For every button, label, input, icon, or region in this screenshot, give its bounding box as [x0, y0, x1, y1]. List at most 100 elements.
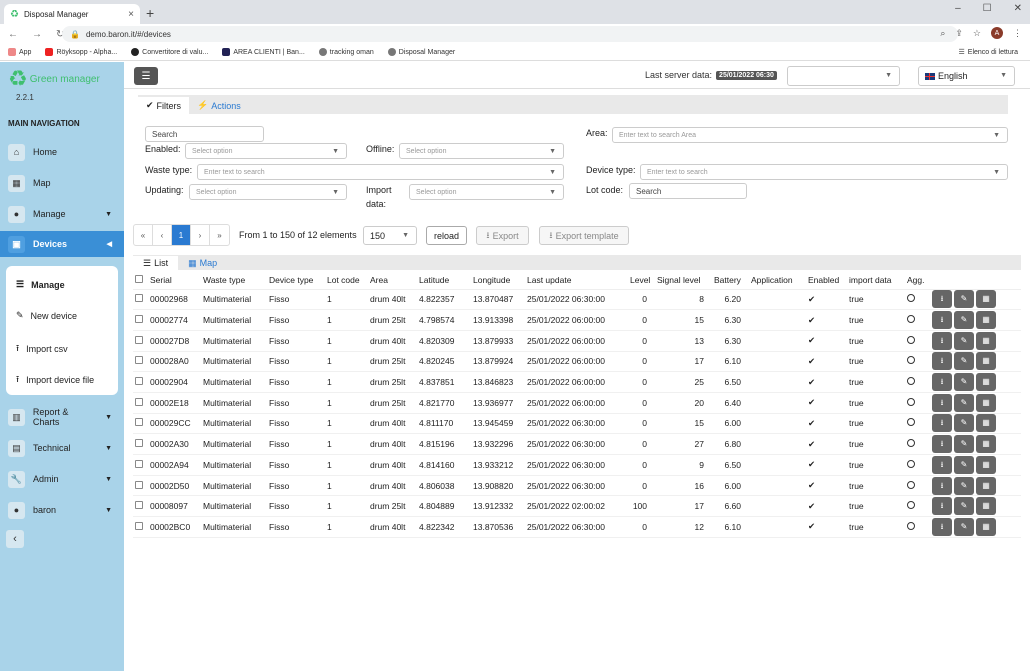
tab-filters[interactable]: ✔ Filters	[138, 97, 190, 114]
download-button[interactable]: ⭳	[932, 414, 952, 433]
row-checkbox[interactable]	[133, 289, 148, 311]
language-select[interactable]: English ▼	[918, 66, 1015, 86]
header-agg[interactable]: Agg.	[905, 271, 930, 290]
page-last[interactable]: »	[210, 225, 229, 245]
map-button[interactable]: ▦	[976, 352, 996, 371]
export-template-button[interactable]: ⭳ Export template	[539, 226, 629, 245]
sidebar-item-user[interactable]: ● baron ▼	[0, 497, 124, 523]
row-checkbox[interactable]	[133, 475, 148, 497]
download-button[interactable]: ⭳	[932, 435, 952, 454]
import-data-select[interactable]: Select option ▼	[409, 184, 564, 200]
browser-tab[interactable]: ♻ Disposal Manager ×	[4, 4, 140, 24]
download-button[interactable]: ⭳	[932, 352, 952, 371]
row-checkbox[interactable]	[133, 309, 148, 331]
edit-button[interactable]: ✎	[954, 414, 974, 433]
bookmark-apps[interactable]: App	[8, 48, 31, 56]
map-button[interactable]: ▦	[976, 414, 996, 433]
tab-actions[interactable]: ⚡ Actions	[189, 97, 249, 114]
header-waste-type[interactable]: Waste type	[201, 271, 267, 290]
edit-button[interactable]: ✎	[954, 311, 974, 330]
tab-map[interactable]: ▦ Map	[178, 256, 227, 270]
url-field[interactable]: 🔒 demo.baron.it/#/devices	[62, 26, 958, 42]
bookmark-area-clienti[interactable]: AREA CLIENTI | Ban...	[222, 48, 305, 56]
device-type-input[interactable]: Enter text to search ▼	[640, 164, 1008, 180]
maximize-icon[interactable]: ☐	[983, 3, 992, 14]
lot-code-input[interactable]: Search	[629, 183, 747, 199]
row-checkbox[interactable]	[133, 413, 148, 435]
new-tab-icon[interactable]: +	[146, 5, 154, 21]
row-checkbox[interactable]	[133, 371, 148, 393]
submenu-import-device-file[interactable]: ⭱ Import device file	[16, 372, 94, 388]
download-button[interactable]: ⭳	[932, 393, 952, 412]
download-button[interactable]: ⭳	[932, 331, 952, 350]
header-longitude[interactable]: Longitude	[471, 271, 525, 290]
star-icon[interactable]: ☆	[973, 28, 981, 39]
collapse-sidebar-button[interactable]: ‹	[6, 530, 24, 548]
page-first[interactable]: «	[134, 225, 153, 245]
download-button[interactable]: ⭳	[932, 517, 952, 536]
profile-avatar[interactable]: A	[991, 27, 1003, 39]
download-button[interactable]: ⭳	[932, 290, 952, 309]
edit-button[interactable]: ✎	[954, 455, 974, 474]
edit-button[interactable]: ✎	[954, 352, 974, 371]
header-lot-code[interactable]: Lot code	[325, 271, 368, 290]
sidebar-item-manage[interactable]: ● Manage ▼	[0, 201, 124, 227]
table-row[interactable]: 00002E18 Multimaterial Fisso 1 drum 25lt 4.82…	[133, 392, 1021, 414]
download-button[interactable]: ⭳	[932, 497, 952, 516]
offline-select[interactable]: Select option ▼	[399, 143, 564, 159]
sidebar-item-home[interactable]: ⌂ Home	[0, 139, 124, 165]
search-input[interactable]: Search	[145, 126, 264, 142]
tab-list[interactable]: ☰ List	[133, 256, 179, 270]
row-checkbox[interactable]	[133, 433, 148, 455]
table-row[interactable]: 00008097 Multimaterial Fisso 1 drum 25lt 4.80…	[133, 495, 1021, 518]
table-row[interactable]: 00002A94 Multimaterial Fisso 1 drum 40lt 4.81…	[133, 454, 1021, 476]
download-button[interactable]: ⭳	[932, 476, 952, 495]
table-row[interactable]: 00002D50 Multimaterial Fisso 1 drum 40lt 4.80…	[133, 475, 1021, 497]
menu-toggle-button[interactable]: ☰	[134, 67, 158, 85]
sidebar-item-technical[interactable]: ▤ Technical ▼	[0, 435, 124, 461]
edit-button[interactable]: ✎	[954, 435, 974, 454]
edit-button[interactable]: ✎	[954, 497, 974, 516]
minimize-icon[interactable]: –	[955, 3, 961, 14]
header-latitude[interactable]: Latitude	[417, 271, 471, 290]
zoom-icon[interactable]: ⌕	[940, 28, 945, 39]
row-checkbox[interactable]	[133, 516, 148, 538]
header-import-data[interactable]: import data	[847, 271, 905, 290]
map-button[interactable]: ▦	[976, 476, 996, 495]
table-row[interactable]: 000027D8 Multimaterial Fisso 1 drum 40lt 4.82…	[133, 330, 1021, 352]
row-checkbox[interactable]	[133, 330, 148, 352]
page-current[interactable]: 1	[172, 225, 191, 245]
header-application[interactable]: Application	[749, 271, 806, 290]
submenu-manage[interactable]: ☰ Manage	[16, 279, 65, 290]
header-device-type[interactable]: Device type	[267, 271, 325, 290]
header-area[interactable]: Area	[368, 271, 417, 290]
table-row[interactable]: 00002774 Multimaterial Fisso 1 drum 25lt 4.79…	[133, 309, 1021, 331]
menu-dots-icon[interactable]: ⋮	[1013, 28, 1022, 39]
bookmark-tracking[interactable]: tracking oman	[318, 48, 374, 56]
reading-list[interactable]: ☰ Elenco di lettura	[959, 48, 1018, 57]
sidebar-item-report-charts[interactable]: ▥ Report & Charts ▼	[0, 404, 124, 430]
sidebar-item-devices[interactable]: ▣ Devices ◀	[0, 231, 124, 257]
map-button[interactable]: ▦	[976, 290, 996, 309]
submenu-new-device[interactable]: ✎ New device	[16, 310, 77, 321]
updating-select[interactable]: Select option ▼	[189, 184, 347, 200]
table-row[interactable]: 00002BC0 Multimaterial Fisso 1 drum 40lt 4.82…	[133, 516, 1021, 538]
edit-button[interactable]: ✎	[954, 393, 974, 412]
row-checkbox[interactable]	[133, 495, 148, 518]
table-row[interactable]: 00002904 Multimaterial Fisso 1 drum 25lt 4.83…	[133, 371, 1021, 393]
select-all-checkbox[interactable]	[133, 271, 148, 290]
bookmark-converter[interactable]: Convertitore di valu...	[131, 48, 208, 56]
forward-icon[interactable]: →	[32, 29, 42, 40]
row-checkbox[interactable]	[133, 351, 148, 373]
map-button[interactable]: ▦	[976, 435, 996, 454]
map-button[interactable]: ▦	[976, 497, 996, 516]
close-window-icon[interactable]: ✕	[1014, 3, 1022, 14]
edit-button[interactable]: ✎	[954, 517, 974, 536]
header-serial[interactable]: Serial	[148, 271, 201, 290]
edit-button[interactable]: ✎	[954, 373, 974, 392]
map-button[interactable]: ▦	[976, 455, 996, 474]
area-input[interactable]: Enter text to search Area ▼	[612, 127, 1008, 143]
map-button[interactable]: ▦	[976, 373, 996, 392]
edit-button[interactable]: ✎	[954, 290, 974, 309]
edit-button[interactable]: ✎	[954, 476, 974, 495]
